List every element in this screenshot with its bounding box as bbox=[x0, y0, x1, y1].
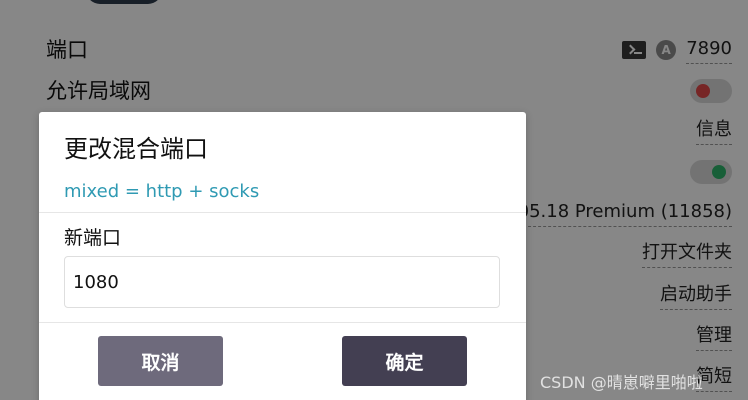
dialog-subtitle: mixed = http + socks bbox=[64, 181, 260, 202]
change-mixed-port-dialog: 更改混合端口 mixed = http + socks 新端口 取消 确定 bbox=[39, 112, 526, 400]
watermark: CSDN @晴崽噼里啪啦 bbox=[540, 373, 703, 392]
new-port-input[interactable] bbox=[64, 256, 500, 308]
dialog-divider-bottom bbox=[39, 322, 526, 323]
confirm-button[interactable]: 确定 bbox=[342, 336, 467, 386]
page: 端口 A 7890 允许局域网 信息 05.18 Premium (11858) bbox=[0, 0, 748, 400]
dialog-divider-top bbox=[39, 212, 526, 213]
new-port-label: 新端口 bbox=[64, 227, 122, 249]
dialog-title: 更改混合端口 bbox=[64, 135, 208, 163]
cancel-button[interactable]: 取消 bbox=[98, 336, 223, 386]
